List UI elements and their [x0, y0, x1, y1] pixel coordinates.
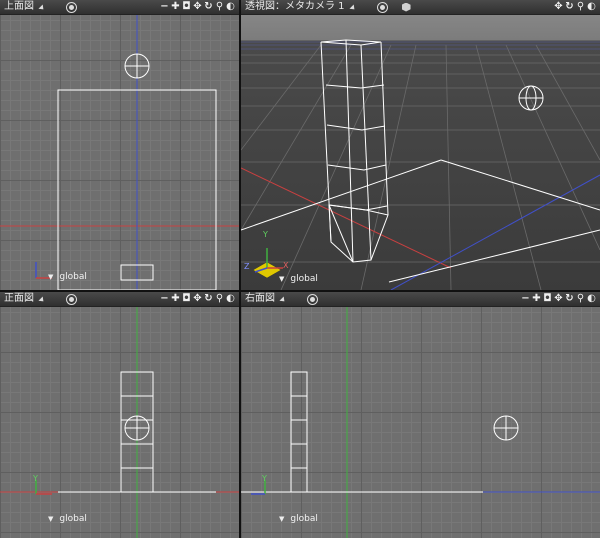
display-mode-icon[interactable]: ◐	[225, 292, 236, 306]
floor-outline	[241, 159, 600, 283]
front-view-scene	[0, 307, 239, 538]
viewport-title: 上面図	[4, 1, 34, 12]
magnifier-icon[interactable]: ⚲	[575, 0, 586, 14]
camera-icon[interactable]: ◘	[181, 292, 192, 306]
rotate-icon[interactable]: ↻	[203, 292, 214, 306]
viewport-divider-vertical[interactable]	[239, 0, 241, 538]
zoom-out-icon[interactable]: −	[159, 0, 170, 14]
dropdown-arrow-icon: ▼	[48, 515, 54, 523]
view-tools: ✥ ↻ ⚲ ◐	[553, 0, 600, 14]
viewport-front[interactable]: 正面図 − ✚ ◘ ✥ ↻ ⚲ ◐ Y ▼ global	[0, 292, 239, 538]
cube-icon[interactable]	[401, 2, 411, 12]
coordinate-mode-label: global	[59, 514, 87, 524]
magnifier-icon[interactable]: ⚲	[214, 292, 225, 306]
viewport-menu-icon[interactable]	[349, 4, 357, 10]
axis-label-y: Y	[263, 230, 268, 239]
viewport-right-header: 右面図 − ✚ ◘ ✥ ↻ ⚲ ◐	[241, 292, 600, 307]
dropdown-arrow-icon: ▼	[279, 275, 285, 283]
axis-label-y: Y	[262, 474, 267, 483]
right-view-scene	[241, 307, 600, 538]
viewport-top-header: 上面図 − ✚ ◘ ✥ ↻ ⚲ ◐	[0, 0, 239, 15]
viewport-title: 正面図	[4, 293, 34, 304]
top-view-scene	[0, 15, 239, 290]
coordinate-mode-selector[interactable]: ▼ global	[48, 514, 87, 524]
viewport-front-header: 正面図 − ✚ ◘ ✥ ↻ ⚲ ◐	[0, 292, 239, 307]
light-icon	[493, 415, 519, 441]
pan-icon[interactable]: ✥	[192, 0, 203, 14]
view-tools: − ✚ ◘ ✥ ↻ ⚲ ◐	[520, 292, 600, 306]
target-icon[interactable]	[66, 1, 77, 13]
viewport-top[interactable]: 上面図 − ✚ ◘ ✥ ↻ ⚲ ◐ ▼ global	[0, 0, 239, 290]
horizon-grid	[241, 41, 600, 50]
axis-label-x: X	[283, 261, 289, 270]
x-axis-line	[241, 167, 452, 269]
display-mode-icon[interactable]: ◐	[586, 292, 597, 306]
viewport-perspective[interactable]: 透視図：メタカメラ 1 ✥ ↻ ⚲ ◐ Y X Z ▼ global	[241, 0, 600, 290]
zoom-in-icon[interactable]: ✚	[531, 292, 542, 306]
display-mode-icon[interactable]: ◐	[586, 0, 597, 14]
rotate-icon[interactable]: ↻	[203, 0, 214, 14]
coordinate-mode-label: global	[290, 274, 318, 284]
magnifier-icon[interactable]: ⚲	[575, 292, 586, 306]
viewport-title: 透視図：メタカメラ 1	[245, 1, 345, 12]
pan-icon[interactable]: ✥	[192, 292, 203, 306]
magnifier-icon[interactable]: ⚲	[214, 0, 225, 14]
zoom-in-icon[interactable]: ✚	[170, 0, 181, 14]
coordinate-mode-label: global	[59, 272, 87, 282]
zoom-in-icon[interactable]: ✚	[170, 292, 181, 306]
zoom-out-icon[interactable]: −	[520, 292, 531, 306]
coordinate-mode-selector[interactable]: ▼ global	[48, 272, 87, 282]
viewport-perspective-header: 透視図：メタカメラ 1 ✥ ↻ ⚲ ◐	[241, 0, 600, 15]
target-icon[interactable]	[376, 1, 388, 13]
zoom-out-icon[interactable]: −	[159, 292, 170, 306]
coordinate-mode-selector[interactable]: ▼ global	[279, 274, 318, 284]
target-icon[interactable]	[66, 293, 77, 305]
camera-icon[interactable]: ◘	[542, 292, 553, 306]
axis-label-y: Y	[33, 474, 38, 483]
rotate-icon[interactable]: ↻	[564, 0, 575, 14]
view-tools: − ✚ ◘ ✥ ↻ ⚲ ◐	[159, 292, 239, 306]
axis-label-z: Z	[244, 262, 250, 271]
target-icon[interactable]	[307, 293, 318, 305]
light-icon	[124, 415, 150, 441]
perspective-scene	[241, 39, 600, 290]
view-tools: − ✚ ◘ ✥ ↻ ⚲ ◐	[159, 0, 239, 14]
pan-icon[interactable]: ✥	[553, 292, 564, 306]
dropdown-arrow-icon: ▼	[48, 273, 54, 281]
viewport-title: 右面図	[245, 293, 275, 304]
viewport-menu-icon[interactable]	[38, 4, 46, 10]
viewport-menu-icon[interactable]	[38, 296, 46, 302]
wireframe-tower-right	[290, 371, 308, 493]
z-axis-line	[390, 174, 600, 290]
rotate-icon[interactable]: ↻	[564, 292, 575, 306]
coordinate-mode-selector[interactable]: ▼ global	[279, 514, 318, 524]
camera-icon[interactable]: ◘	[181, 0, 192, 14]
display-mode-icon[interactable]: ◐	[225, 0, 236, 14]
viewport-menu-icon[interactable]	[279, 296, 287, 302]
pan-icon[interactable]: ✥	[553, 0, 564, 14]
viewport-right[interactable]: 右面図 − ✚ ◘ ✥ ↻ ⚲ ◐ Y ▼ global	[241, 292, 600, 538]
dropdown-arrow-icon: ▼	[279, 515, 285, 523]
coordinate-mode-label: global	[290, 514, 318, 524]
